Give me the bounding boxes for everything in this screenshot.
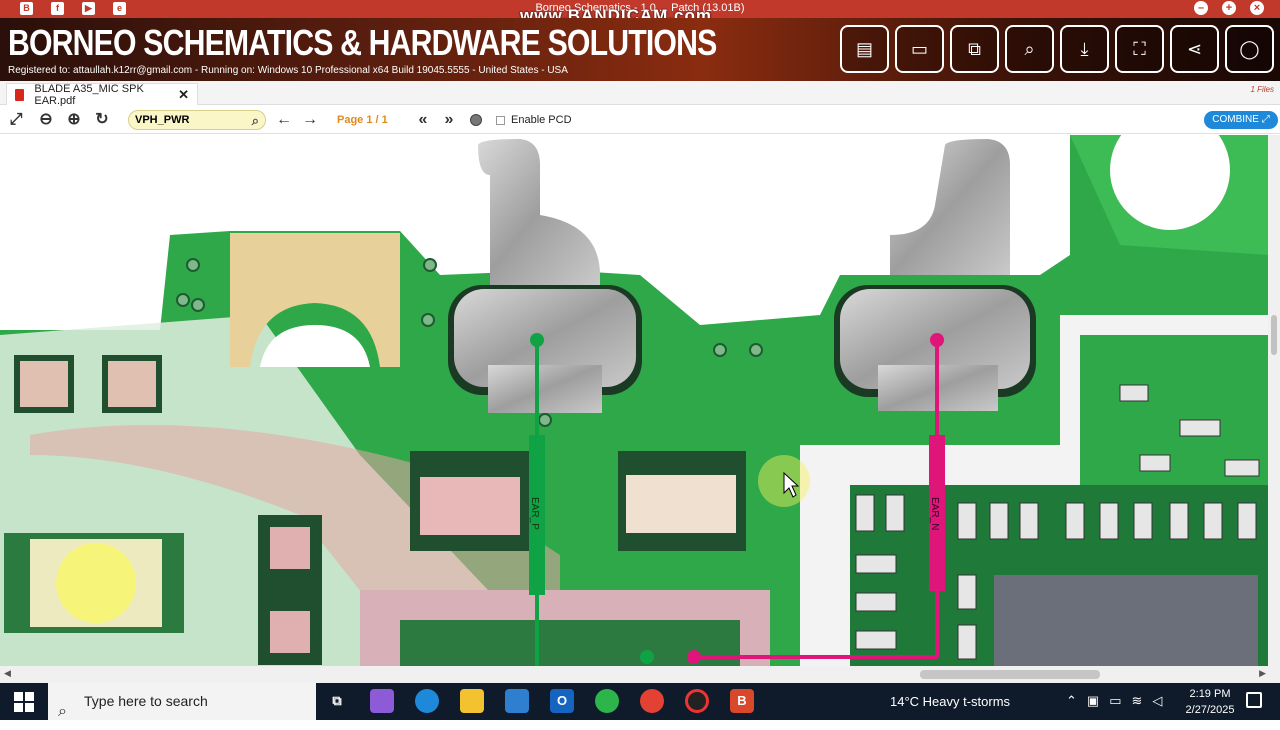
weather-widget[interactable]: 14°C Heavy t-storms [890, 694, 1010, 709]
document-tab-bar: BLADE A35_MIC SPK EAR.pdf ✕ 1 Files [0, 81, 1280, 107]
viewer-toolbar: ⤢ ⊖ ⊕ ↻ VPH_PWR ⌕ ← → Page 1 / 1 « » Ena… [0, 106, 1280, 134]
ic-chip [994, 575, 1258, 666]
vertical-scrollbar[interactable] [1268, 135, 1280, 666]
laptop-icon[interactable]: ▭ [895, 25, 944, 73]
copilot-icon[interactable] [370, 689, 394, 713]
start-button[interactable] [14, 692, 34, 712]
horizontal-scroll-thumb[interactable] [920, 670, 1100, 679]
store-icon[interactable] [505, 689, 529, 713]
vertical-scroll-thumb[interactable] [1271, 315, 1277, 355]
tab-document[interactable]: BLADE A35_MIC SPK EAR.pdf ✕ [6, 82, 198, 107]
file-explorer-icon[interactable] [460, 689, 484, 713]
page-counter: Page 1 / 1 [337, 114, 388, 126]
horizontal-scrollbar[interactable]: ◀ ▶ [0, 666, 1280, 683]
maximize-button[interactable]: + [1222, 1, 1236, 15]
refresh-icon[interactable]: ↻ [92, 110, 112, 130]
files-indicator[interactable]: 1 Files [1250, 85, 1274, 94]
taskbar-search-input[interactable]: ⌕ Type here to search [48, 683, 316, 720]
net-search-input[interactable]: VPH_PWR ⌕ [128, 110, 266, 130]
board-viewer[interactable]: EAR_P EAR_N [0, 135, 1268, 666]
combine-label: COMBINE [1212, 114, 1259, 125]
net-search-value: VPH_PWR [135, 114, 190, 126]
minimize-button[interactable]: – [1194, 1, 1208, 15]
combine-button[interactable]: COMBINE ⤢ [1204, 111, 1278, 129]
whatsapp-icon[interactable] [595, 689, 619, 713]
brand-title: BORNEO SCHEMATICS & HARDWARE SOLUTIONS [8, 22, 717, 63]
tab-filename: BLADE A35_MIC SPK EAR.pdf [34, 82, 144, 107]
taskbar-clock[interactable]: 2:19 PM 2/27/2025 [1180, 686, 1240, 718]
back-arrow-icon[interactable]: ← [274, 110, 294, 130]
tray-app-icon[interactable]: ▣ [1087, 693, 1099, 709]
pdf-file-icon [15, 88, 25, 101]
system-tray[interactable]: ⌃ ▣ ▭ ≋ ◁ [1066, 693, 1162, 709]
net-label-ear-p: EAR_P [529, 497, 540, 530]
next-page-button[interactable]: » [439, 110, 459, 130]
zoom-in-icon[interactable]: ⊕ [64, 110, 84, 130]
windows-taskbar: ⌕ Type here to search ⧉ O B 14°C Heavy t… [0, 683, 1280, 720]
borneo-app-icon[interactable]: B [730, 689, 754, 713]
clock-time: 2:19 PM [1189, 688, 1231, 700]
net-label-ear-n: EAR_N [929, 497, 940, 530]
search-zoom-icon[interactable]: ⌕ [1005, 25, 1054, 73]
search-icon: ⌕ [58, 703, 67, 720]
wifi-icon[interactable]: ≋ [1132, 693, 1143, 709]
speaker-icon[interactable]: ◁ [1152, 693, 1162, 709]
devices-icon[interactable]: ⧉ [950, 25, 999, 73]
screenshot-icon[interactable]: ⛶ [1115, 25, 1164, 73]
search-icon[interactable]: ⌕ [252, 112, 259, 130]
battery-icon[interactable]: ▭ [1109, 693, 1121, 709]
schematic-list-icon[interactable]: ▤ [840, 25, 889, 73]
prev-page-button[interactable]: « [413, 110, 433, 130]
forward-arrow-icon[interactable]: → [300, 110, 320, 130]
fit-screen-icon[interactable]: ⤢ [6, 110, 26, 130]
bandicam-icon[interactable] [685, 689, 709, 713]
pcd-status-icon [470, 114, 482, 126]
user-icon[interactable]: ◯ [1225, 25, 1274, 73]
download-icon[interactable]: ⤓ [1060, 25, 1109, 73]
enable-pcd-checkbox[interactable] [496, 115, 505, 125]
edge-icon[interactable] [415, 689, 439, 713]
outlook-icon[interactable]: O [550, 689, 574, 713]
share-icon[interactable]: ⋖ [1170, 25, 1219, 73]
zoom-out-icon[interactable]: ⊖ [36, 110, 56, 130]
clock-date: 2/27/2025 [1185, 704, 1235, 716]
enable-pcd-label: Enable PCD [511, 114, 572, 126]
tab-close-icon[interactable]: ✕ [178, 87, 189, 103]
scroll-right-icon[interactable]: ▶ [1259, 668, 1266, 679]
registration-info: Registered to: attaullah.k12rr@gmail.com… [8, 65, 568, 76]
app-banner: BORNEO SCHEMATICS & HARDWARE SOLUTIONS R… [0, 18, 1280, 81]
scroll-left-icon[interactable]: ◀ [4, 668, 11, 679]
taskbar-search-placeholder: Type here to search [84, 693, 208, 709]
close-button[interactable]: × [1250, 1, 1264, 15]
chevron-up-icon[interactable]: ⌃ [1066, 693, 1077, 709]
pcb-image: EAR_P EAR_N [0, 135, 1268, 666]
task-view-icon[interactable]: ⧉ [325, 689, 349, 713]
notification-icon[interactable] [1246, 692, 1262, 708]
chrome-icon[interactable] [640, 689, 664, 713]
